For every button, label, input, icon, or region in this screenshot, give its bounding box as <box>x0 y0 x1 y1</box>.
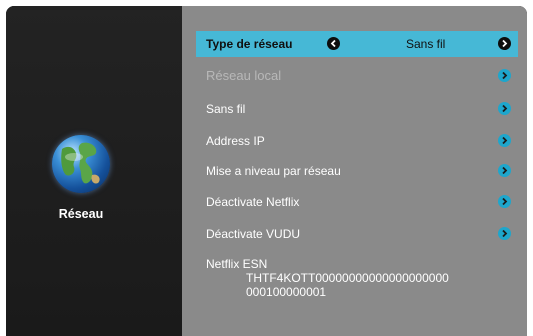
menu-item-deactivate-vudu[interactable]: Déactivate VUDU <box>196 221 518 247</box>
sidebar: Réseau <box>6 6 182 336</box>
netflix-esn-line2: 000100000001 <box>246 285 327 299</box>
chevron-right-icon <box>498 69 511 82</box>
menu-item-label: Mise a niveau par réseau <box>206 164 341 178</box>
chevron-right-icon[interactable] <box>498 134 511 147</box>
section-title: Réseau <box>58 207 104 221</box>
menu-item-sans-fil[interactable]: Sans fil <box>196 96 518 122</box>
menu-item-label: Réseau local <box>206 68 282 83</box>
globe-icon <box>52 135 110 193</box>
netflix-esn-line1: THTF4KOTT00000000000000000000 <box>246 271 449 285</box>
arrow-right-icon[interactable] <box>498 37 511 50</box>
chevron-right-icon[interactable] <box>498 164 511 177</box>
netflix-esn-label: Netflix ESN <box>206 257 268 271</box>
network-type-label: Type de réseau <box>206 37 293 51</box>
menu-item-label: Address IP <box>206 134 265 148</box>
menu-item-address-ip[interactable]: Address IP <box>196 128 518 154</box>
menu-item-deactivate-netflix[interactable]: Déactivate Netflix <box>196 189 518 215</box>
network-type-selector[interactable]: Type de réseau Sans fil <box>196 31 518 57</box>
menu-item-network-upgrade[interactable]: Mise a niveau par réseau <box>196 158 518 184</box>
netflix-esn-block: Netflix ESN THTF4KOTT0000000000000000000… <box>206 257 449 299</box>
chevron-right-icon[interactable] <box>498 195 511 208</box>
menu-panel: Type de réseau Sans fil Réseau local San… <box>182 6 527 336</box>
chevron-right-icon[interactable] <box>498 227 511 240</box>
menu-item-label: Déactivate VUDU <box>206 227 301 241</box>
chevron-right-icon[interactable] <box>498 102 511 115</box>
menu-item-label: Déactivate Netflix <box>206 195 300 209</box>
settings-window: Réseau Type de réseau Sans fil Réseau lo… <box>6 6 527 336</box>
network-type-value: Sans fil <box>406 37 446 51</box>
menu-item-label: Sans fil <box>206 102 246 116</box>
arrow-left-icon[interactable] <box>327 37 340 50</box>
menu-item-reseau-local: Réseau local <box>196 63 518 89</box>
